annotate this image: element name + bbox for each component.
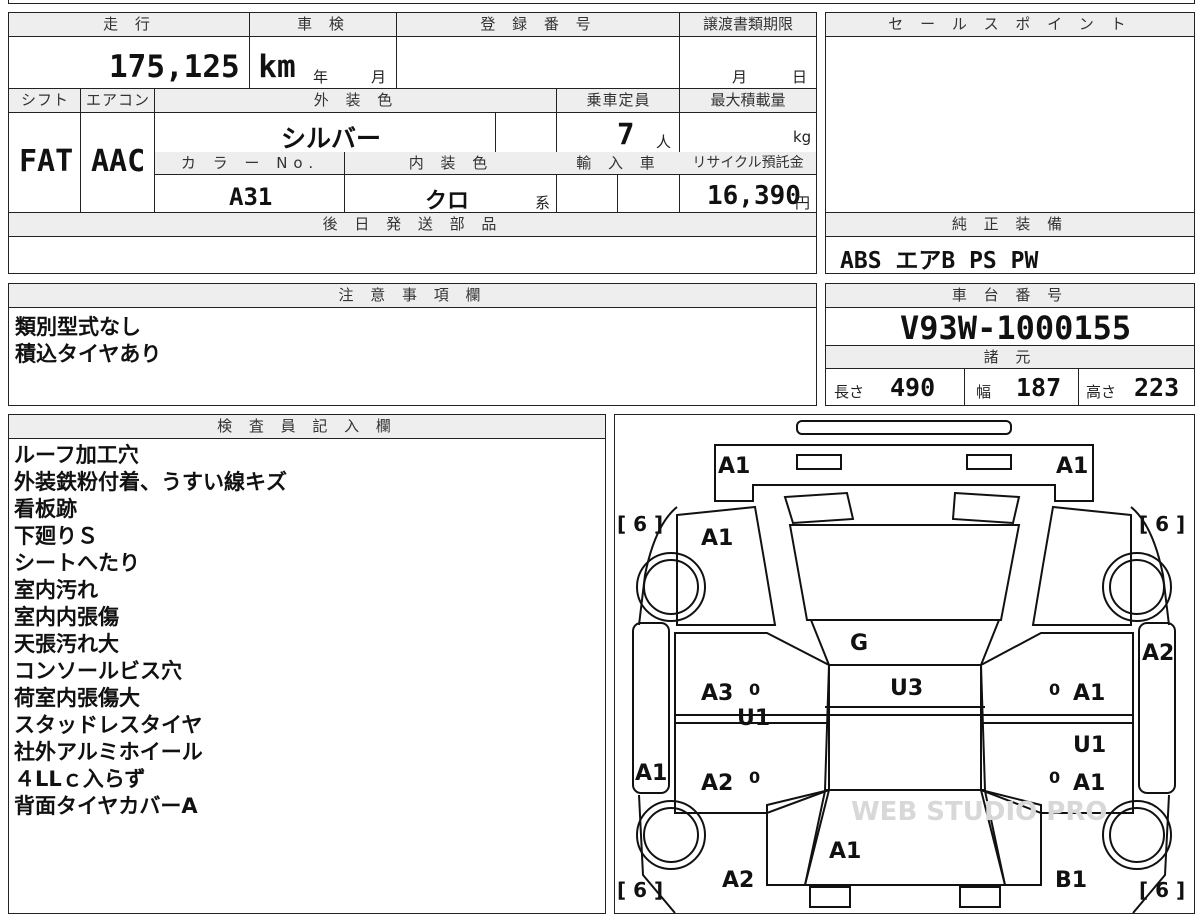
inspector-note: 荷室内張傷大 bbox=[14, 686, 140, 710]
max-load-label: 最大積載量 bbox=[680, 89, 816, 113]
equipment-label: 純 正 装 備 bbox=[826, 213, 1194, 237]
inspector-label: 検 査 員 記 入 欄 bbox=[9, 415, 605, 439]
transfer-month-unit: 月 bbox=[732, 68, 748, 86]
mark-rear-left: A2 bbox=[722, 868, 754, 893]
max-load-unit: kg bbox=[793, 128, 812, 146]
inspection-year-unit: 年 bbox=[313, 68, 329, 86]
inspector-note: ルーフ加工穴 bbox=[14, 443, 139, 467]
capacity-value: 7 bbox=[617, 117, 635, 151]
inspector-note: コンソールビス穴 bbox=[14, 659, 182, 683]
mark-rear-right: B1 bbox=[1055, 868, 1087, 893]
aircon-value: AAC bbox=[91, 144, 146, 179]
mark-roof: U3 bbox=[890, 676, 923, 701]
tire-label-rear-right: [ 6 ] bbox=[1139, 878, 1185, 902]
door-zero: 0 bbox=[749, 768, 760, 787]
sales-point-label: セ ー ル ス ポ イ ン ト bbox=[826, 13, 1194, 37]
capacity-label: 乗車定員 bbox=[557, 89, 680, 113]
caution-line: 類別型式なし bbox=[15, 315, 141, 339]
mark-door-right-front-inner: U1 bbox=[1073, 733, 1106, 758]
transfer-day-unit: 日 bbox=[792, 68, 808, 86]
registration-label: 登 録 番 号 bbox=[397, 13, 680, 37]
mark-door-left-front-inner: U1 bbox=[737, 706, 770, 731]
inspector-note: 背面タイヤカバーA bbox=[14, 794, 198, 818]
door-zero: 0 bbox=[749, 680, 760, 699]
width-value: 187 bbox=[1016, 373, 1062, 402]
chassis-value: V93W-1000155 bbox=[900, 309, 1132, 347]
mark-door-left-rear: A2 bbox=[701, 771, 733, 796]
width-label: 幅 bbox=[976, 383, 992, 401]
mileage-value: 175,125 km bbox=[109, 49, 296, 85]
caution-label: 注 意 事 項 欄 bbox=[9, 284, 816, 308]
color-no-value: A31 bbox=[229, 183, 273, 211]
tire-label-rear-left: [ 6 ] bbox=[617, 878, 663, 902]
top-strip bbox=[8, 0, 1195, 4]
mark-door-right-rear: A1 bbox=[1073, 771, 1105, 796]
inspector-note: スタッドレスタイヤ bbox=[14, 713, 203, 737]
import-label: 輸 入 車 bbox=[557, 152, 680, 175]
mark-rear-center: A1 bbox=[829, 839, 861, 864]
mark-door-right-front: A1 bbox=[1073, 681, 1105, 706]
length-value: 490 bbox=[890, 373, 936, 402]
chassis-label: 車 台 番 号 bbox=[826, 284, 1194, 308]
mark-side-left: A1 bbox=[635, 761, 667, 786]
exterior-color-label: 外 装 色 bbox=[155, 89, 557, 113]
watermark: WEB STUDIO PRO bbox=[851, 797, 1107, 827]
info-grid: 走 行 車 検 登 録 番 号 譲渡書類期限 175,125 km 年 月 月 … bbox=[8, 12, 817, 274]
mark-side-right-top: A2 bbox=[1142, 641, 1174, 666]
height-label: 高さ bbox=[1086, 383, 1117, 401]
mark-front-left: A1 bbox=[718, 454, 750, 479]
car-diagram-box: A1 A1 A1 G U3 A3 U1 A2 A1 A2 A1 U1 A1 A1… bbox=[614, 414, 1195, 914]
exterior-color-value: シルバー bbox=[281, 124, 382, 153]
inspector-note: ４LLｃ入らず bbox=[14, 767, 146, 791]
caution-box: 注 意 事 項 欄 類別型式なし 積込タイヤあり bbox=[8, 283, 817, 406]
inspection-month-unit: 月 bbox=[371, 68, 387, 86]
capacity-unit: 人 bbox=[656, 133, 672, 151]
interior-color-value: クロ bbox=[425, 189, 470, 214]
inspector-notes: ルーフ加工穴 外装鉄粉付着、うすい線キズ 看板跡 下廻りＳ シートへたり 室内汚… bbox=[14, 442, 287, 820]
transfer-label: 譲渡書類期限 bbox=[680, 13, 816, 37]
tire-label-front-right: [ 6 ] bbox=[1139, 512, 1185, 536]
inspector-note: 天張汚れ大 bbox=[14, 632, 119, 656]
tire-label-front-left: [ 6 ] bbox=[617, 512, 663, 536]
aircon-label: エアコン bbox=[81, 89, 155, 113]
inspector-note: 社外アルミホイール bbox=[14, 740, 203, 764]
color-no-label: カ ラ ー No. bbox=[155, 152, 345, 175]
inspector-note: 外装鉄粉付着、うすい線キズ bbox=[14, 470, 287, 494]
inspector-note: 室内内張傷 bbox=[14, 605, 119, 629]
car-diagram: A1 A1 A1 G U3 A3 U1 A2 A1 A2 A1 U1 A1 A1… bbox=[617, 420, 1185, 913]
later-parts-label: 後 日 発 送 部 品 bbox=[9, 213, 816, 237]
mark-front-right: A1 bbox=[1056, 454, 1088, 479]
dimensions-label: 諸 元 bbox=[826, 346, 1194, 369]
sales-point-box: セ ー ル ス ポ イ ン ト 純 正 装 備 ABS エアB PS PW bbox=[825, 12, 1195, 274]
shift-label: シフト bbox=[9, 89, 81, 113]
door-zero: 0 bbox=[1049, 680, 1060, 699]
mark-fender-left: A1 bbox=[701, 526, 733, 551]
inspector-box: 検 査 員 記 入 欄 ルーフ加工穴 外装鉄粉付着、うすい線キズ 看板跡 下廻り… bbox=[8, 414, 606, 914]
inspector-note: 室内汚れ bbox=[14, 578, 98, 602]
shift-value: FAT bbox=[19, 144, 74, 179]
equipment-value: ABS エアB PS PW bbox=[840, 248, 1039, 274]
mark-hood: G bbox=[850, 631, 868, 656]
interior-color-label: 内 装 色 bbox=[345, 152, 557, 175]
inspector-note: シートへたり bbox=[14, 551, 140, 575]
inspector-note: 看板跡 bbox=[14, 497, 77, 521]
recycle-value: 16,390 bbox=[707, 181, 801, 211]
mileage-label: 走 行 bbox=[9, 13, 250, 37]
inspection-label: 車 検 bbox=[250, 13, 397, 37]
caution-line: 積込タイヤあり bbox=[15, 342, 162, 366]
mark-door-left-front: A3 bbox=[701, 681, 733, 706]
length-label: 長さ bbox=[834, 383, 865, 401]
inspector-note: 下廻りＳ bbox=[14, 524, 98, 548]
recycle-label: リサイクル預託金 bbox=[680, 152, 816, 175]
height-value: 223 bbox=[1134, 373, 1180, 402]
interior-color-suffix: 系 bbox=[535, 194, 551, 212]
door-zero: 0 bbox=[1049, 768, 1060, 787]
recycle-unit: 円 bbox=[795, 194, 811, 212]
chassis-box: 車 台 番 号 V93W-1000155 諸 元 長さ 490 幅 187 高さ… bbox=[825, 283, 1195, 406]
